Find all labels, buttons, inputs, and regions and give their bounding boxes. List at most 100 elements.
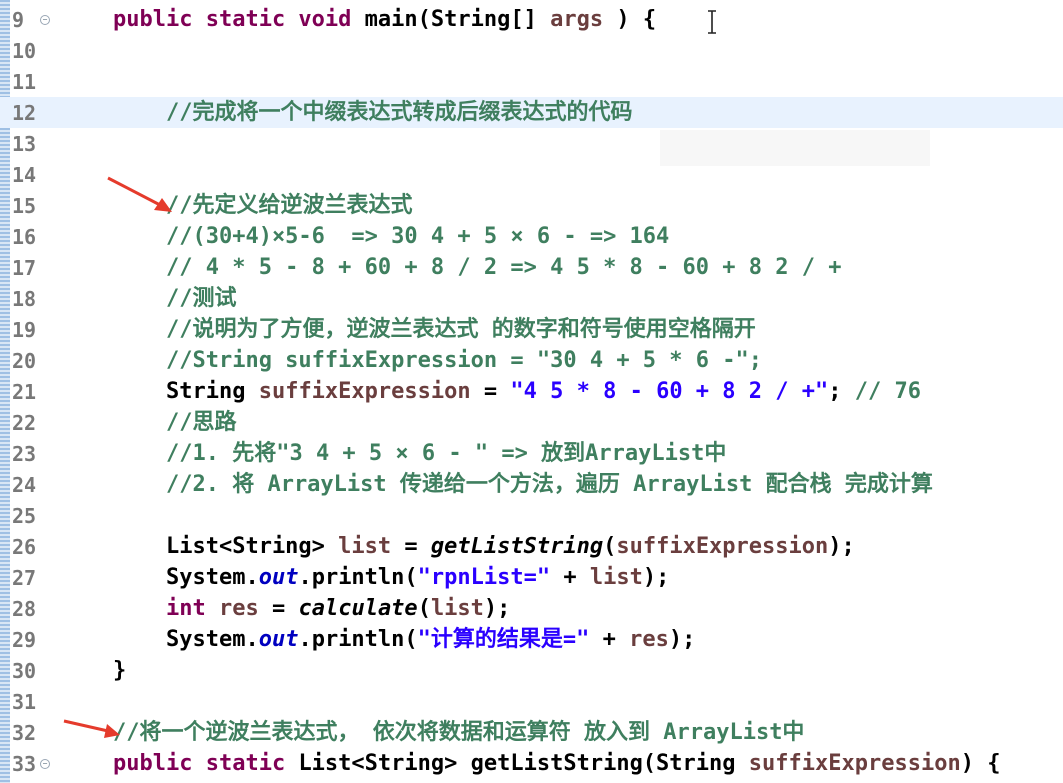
code-token: public static [113,751,299,776]
code-token: //测试 [113,286,237,311]
line-number: 17 [12,256,37,280]
code-token: //将一个逆波兰表达式， 依次将数据和运算符 放入到 ArrayList中 [113,720,805,745]
code-text[interactable]: public static void main(String[] args ) … [113,7,656,33]
code-token: suffixExpression [258,379,471,404]
code-token: System. [113,565,259,590]
code-token: list [338,534,392,559]
code-text[interactable]: //(30+4)×5-6 => 30 4 + 5 × 6 - => 164 [113,224,669,250]
code-line[interactable]: 20 //String suffixExpression = "30 4 + 5… [0,345,1063,376]
code-token: // 4 * 5 - 8 + 60 + 8 / 2 => 4 5 * 8 - 6… [113,255,842,280]
line-number: 23 [12,442,37,466]
code-token: ) { [960,751,1001,776]
code-text[interactable]: public static List<String> getListString… [113,751,1000,777]
line-number: 32 [12,721,37,745]
code-line[interactable]: 19 //说明为了方便，逆波兰表达式 的数字和符号使用空格隔开 [0,314,1063,345]
code-token: public static void [113,7,365,32]
code-line[interactable]: 25 [0,500,1063,531]
code-token: ); [642,565,670,590]
code-line[interactable]: 31 [0,686,1063,717]
line-number: 9 [12,8,25,32]
code-line[interactable]: 17 // 4 * 5 - 8 + 60 + 8 / 2 => 4 5 * 8 … [0,252,1063,283]
code-token: int [113,596,219,621]
code-line[interactable]: 24 //2. 将 ArrayList 传递给一个方法，遍历 ArrayList… [0,469,1063,500]
line-number: 12 [12,101,37,125]
annotation-arrow-icon [63,719,120,738]
line-number: 30 [12,659,37,683]
code-token: out [258,565,299,590]
code-token: + [589,627,630,652]
line-number: 25 [12,504,37,528]
code-token: .println( [298,627,418,652]
code-line[interactable]: 33 public static List<String> getListStri… [0,748,1063,779]
code-token: = [391,534,431,559]
code-token: ); [828,534,855,559]
code-line[interactable]: 28 int res = calculate(list); [0,593,1063,624]
code-token: + [550,565,590,590]
code-line[interactable]: 32 //将一个逆波兰表达式， 依次将数据和运算符 放入到 ArrayList中 [0,717,1063,748]
line-number: 19 [12,318,37,342]
code-token: List<String> [113,534,339,559]
code-text[interactable]: } [113,658,126,684]
code-token: //说明为了方便，逆波兰表达式 的数字和符号使用空格隔开 [113,317,756,342]
code-token: getListString [430,534,604,559]
code-text[interactable]: List<String> list = getListString(suffix… [113,534,855,560]
code-token: List<String> getListString(String [298,751,749,776]
code-text[interactable]: //String suffixExpression = "30 4 + 5 * … [113,348,762,374]
code-text[interactable]: int res = calculate(list); [113,596,510,622]
code-token: calculate [298,596,418,621]
code-token: //String suffixExpression = "30 4 + 5 * … [113,348,763,373]
code-text[interactable]: //2. 将 ArrayList 传递给一个方法，遍历 ArrayList 配合… [113,472,933,498]
line-number: 18 [12,287,37,311]
line-number: 13 [12,132,37,156]
code-line[interactable]: 30} [0,655,1063,686]
code-token: main(String[] [364,7,551,32]
code-line[interactable]: 9 public static void main(String[] args )… [0,4,1063,35]
line-number: 10 [12,39,37,63]
fold-toggle-icon[interactable] [40,759,50,769]
code-line[interactable]: 10 [0,35,1063,66]
code-line[interactable]: 21 String suffixExpression = "4 5 * 8 - … [0,376,1063,407]
line-number: 27 [12,566,37,590]
code-text[interactable]: //将一个逆波兰表达式， 依次将数据和运算符 放入到 ArrayList中 [113,720,804,746]
code-text[interactable]: //完成将一个中缀表达式转成后缀表达式的代码 [113,100,633,126]
code-line[interactable]: 29 System.out.println("计算的结果是=" + res); [0,624,1063,655]
code-text[interactable]: //1. 先将"3 4 + 5 × 6 - " => 放到ArrayList中 [113,441,726,467]
code-line[interactable]: 27 System.out.println("rpnList=" + list)… [0,562,1063,593]
code-text[interactable]: //测试 [113,286,237,312]
code-token: //(30+4)×5-6 => 30 4 + 5 × 6 - => 164 [113,224,670,249]
code-line[interactable]: 22 //思路 [0,407,1063,438]
code-token: //2. 将 ArrayList 传递给一个方法，遍历 ArrayList 配合… [113,472,933,497]
code-text[interactable]: System.out.println("计算的结果是=" + res); [113,627,695,653]
code-text[interactable]: //说明为了方便，逆波兰表达式 的数字和符号使用空格隔开 [113,317,756,343]
code-text[interactable]: String suffixExpression = "4 5 * 8 - 60 … [113,379,921,405]
code-token: ); [483,596,511,621]
code-token: suffixExpression [748,751,961,776]
code-token: res [218,596,259,621]
code-line[interactable]: 26 List<String> list = getListString(suf… [0,531,1063,562]
code-token: ) { [603,7,657,32]
code-line[interactable]: 12 //完成将一个中缀表达式转成后缀表达式的代码 [0,97,1063,128]
line-number: 14 [12,163,37,187]
code-line[interactable]: 16 //(30+4)×5-6 => 30 4 + 5 × 6 - => 164 [0,221,1063,252]
code-token: suffixExpression [616,534,829,559]
line-number: 29 [12,628,37,652]
code-line[interactable]: 23 //1. 先将"3 4 + 5 × 6 - " => 放到ArrayLis… [0,438,1063,469]
code-line[interactable]: 11 [0,66,1063,97]
line-number: 26 [12,535,37,559]
code-text[interactable]: //思路 [113,410,237,436]
code-line[interactable]: 13 [0,128,1063,159]
line-number: 28 [12,597,37,621]
code-token: ( [417,596,431,621]
line-number: 24 [12,473,37,497]
code-text[interactable]: System.out.println("rpnList=" + list); [113,565,669,591]
line-number: 11 [12,70,37,94]
code-token: = [258,596,299,621]
code-token: System. [113,627,259,652]
code-text[interactable]: // 4 * 5 - 8 + 60 + 8 / 2 => 4 5 * 8 - 6… [113,255,842,281]
code-editor[interactable]: 9 public static void main(String[] args )… [0,0,1063,783]
line-number: 16 [12,225,37,249]
code-token: res [629,627,669,652]
code-token: ; [828,379,842,404]
code-line[interactable]: 18 //测试 [0,283,1063,314]
fold-toggle-icon[interactable] [40,15,50,25]
